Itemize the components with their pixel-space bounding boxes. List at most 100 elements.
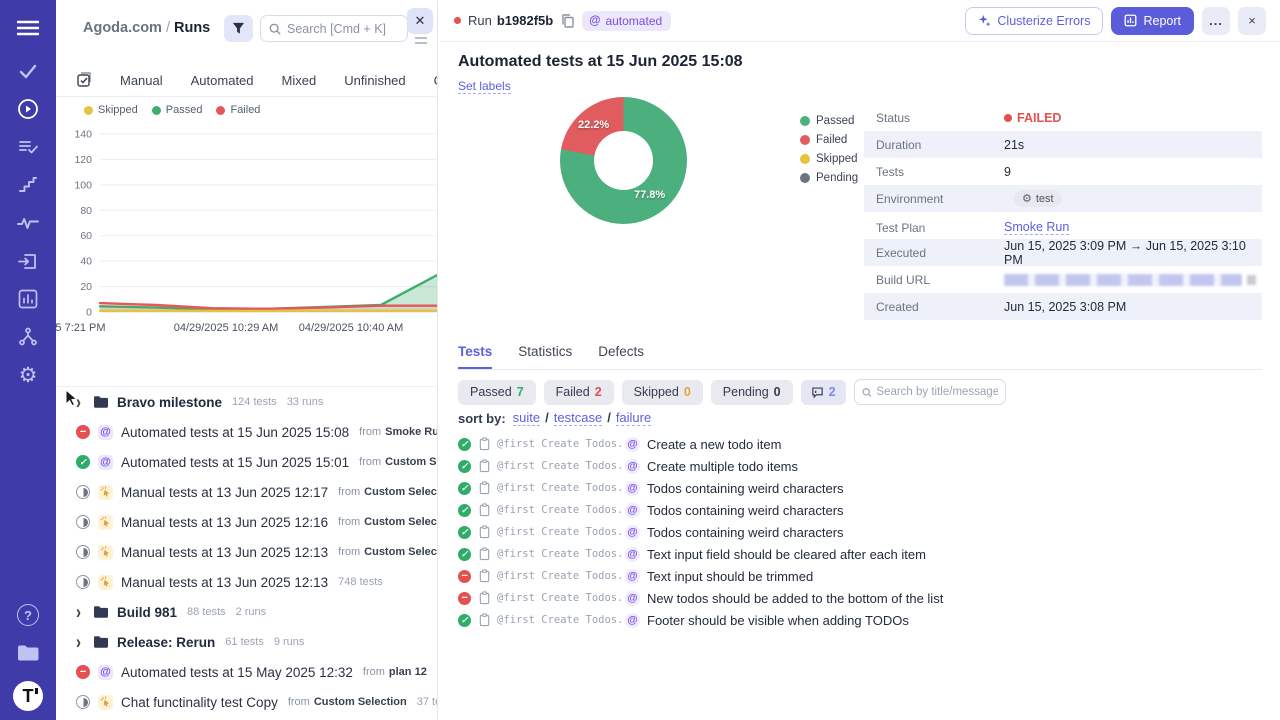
run-list-item[interactable]: @ Automated tests at 15 Jun 2025 15:01 f… [56,447,437,477]
sort-link[interactable]: testcase [553,410,603,426]
test-suite[interactable]: @first Create Todos... [497,460,621,472]
run-list-item[interactable]: @ Automated tests at 15 Jun 2025 15:08 f… [56,417,437,447]
status-filter-button[interactable]: Passed 7 [458,379,536,405]
environment-pill[interactable]: ⚙ test [1014,190,1062,207]
test-suite[interactable]: @first Create Todos... [497,438,621,450]
donut-legend-item[interactable]: Pending [800,168,858,187]
filter-button[interactable] [224,15,253,42]
run-list-item[interactable]: Chat functinality test Copy from Custom S… [56,687,437,717]
test-title[interactable]: Create a new todo item [647,437,781,452]
runs-tab[interactable]: Automated [177,73,268,88]
menu-icon[interactable] [0,4,56,52]
tests-check-icon[interactable] [0,52,56,90]
test-suite[interactable]: @first Create Todos... [497,548,621,560]
run-list-item[interactable]: Manual tests at 13 Jun 2025 12:13 748 te… [56,567,437,597]
test-row[interactable]: @first Create Todos... @ Todos containin… [458,499,1262,521]
test-row[interactable]: @first Create Todos... @ New todos shoul… [458,587,1262,609]
resize-handle-icon[interactable] [415,37,427,44]
runs-panel-header: Agoda.com/Runs ✕ [56,0,437,58]
runs-search-input[interactable] [287,21,399,36]
test-title[interactable]: Todos containing weird characters [647,503,844,518]
test-title[interactable]: Todos containing weird characters [647,525,844,540]
close-run-button[interactable]: × [1238,6,1266,35]
test-title[interactable]: New todos should be added to the bottom … [647,591,943,606]
settings-gear-icon[interactable]: ⚙ [0,356,56,394]
run-status-icon [76,425,90,439]
report-button[interactable]: Report [1111,6,1194,35]
automated-badge[interactable]: @ automated [582,10,672,31]
runs-tab[interactable]: Groups [420,73,437,88]
test-title[interactable]: Text input should be trimmed [647,569,813,584]
detail-row: Status FAILED [864,104,1262,131]
clusterize-errors-button[interactable]: Clusterize Errors [965,6,1104,35]
status-filter-button[interactable]: Skipped 0 [621,379,703,405]
test-row[interactable]: @first Create Todos... @ Text input shou… [458,565,1262,587]
copy-run-id-button[interactable] [561,13,574,28]
run-list-item[interactable]: › Bravo milestone 124 tests 33 runs [56,387,437,417]
run-list-item[interactable]: Manual tests at 13 Jun 2025 12:13 from Cu… [56,537,437,567]
projects-folder-icon[interactable] [0,634,56,672]
test-row[interactable]: @first Create Todos... @ Create a new to… [458,433,1262,455]
run-list-item[interactable]: Manual tests at 13 Jun 2025 12:17 from Cu… [56,477,437,507]
run-list-item[interactable]: › Release: Rerun 61 tests 9 runs [56,627,437,657]
detail-label: Environment [876,191,944,206]
history-plot[interactable]: 140 120 100 80 60 40 20 0 [56,122,437,322]
detail-tab[interactable]: Statistics [518,344,572,369]
test-title[interactable]: Text input field should be cleared after… [647,547,926,562]
sort-link[interactable]: failure [615,410,652,426]
analytics-pulse-icon[interactable] [0,204,56,242]
sort-link[interactable]: suite [512,410,541,426]
runs-tab[interactable]: Manual [106,73,177,88]
test-suite[interactable]: @first Create Todos... [497,482,621,494]
donut-legend-item[interactable]: Passed [800,111,858,130]
test-row[interactable]: @first Create Todos... @ Todos containin… [458,477,1262,499]
detail-tab[interactable]: Defects [598,344,644,369]
test-suite[interactable]: @first Create Todos... [497,592,621,604]
test-plans-icon[interactable] [0,128,56,166]
legend-item[interactable]: Failed [216,104,260,116]
detail-tab[interactable]: Tests [458,344,493,369]
chevron-right-icon[interactable]: › [76,601,84,623]
test-row[interactable]: @first Create Todos... @ Text input fiel… [458,543,1262,565]
sidebar: ⚙ ? T [0,0,56,720]
test-suite[interactable]: @first Create Todos... [497,570,621,582]
run-list-item[interactable]: › Build 981 88 tests 2 runs [56,597,437,627]
test-suite[interactable]: @first Create Todos... [497,504,621,516]
run-list-item[interactable]: @ Automated tests at 15 May 2025 12:32 f… [56,657,437,687]
test-title[interactable]: Todos containing weird characters [647,481,844,496]
reports-chart-icon[interactable] [0,280,56,318]
test-title[interactable]: Footer should be visible when adding TOD… [647,613,909,628]
runs-play-icon[interactable] [0,90,56,128]
legend-dot [800,134,810,145]
test-title[interactable]: Create multiple todo items [647,459,798,474]
status-filter-button[interactable]: Pending 0 [710,379,793,405]
help-icon[interactable]: ? [0,596,56,634]
donut-legend-item[interactable]: Failed [800,130,858,149]
donut-legend-item[interactable]: Skipped [800,149,858,168]
set-labels-link[interactable]: Set labels [458,79,511,94]
tests-search-input[interactable] [876,386,998,398]
panel-close-button[interactable]: ✕ [407,8,433,34]
legend-item[interactable]: Skipped [84,104,138,116]
test-suite[interactable]: @first Create Todos... [497,614,621,626]
select-runs-icon[interactable] [76,72,92,88]
runs-tab[interactable]: Unfinished [330,73,419,88]
breadcrumb-project[interactable]: Agoda.com [83,20,162,36]
comments-filter-button[interactable]: 2 [800,379,846,405]
milestones-steps-icon[interactable] [0,166,56,204]
test-row[interactable]: @first Create Todos... @ Todos containin… [458,521,1262,543]
integrations-branch-icon[interactable] [0,318,56,356]
run-list-item[interactable]: Manual tests at 13 Jun 2025 12:16 from Cu… [56,507,437,537]
chevron-right-icon[interactable]: › [76,631,84,653]
legend-item[interactable]: Passed [151,104,202,116]
status-filter-button[interactable]: Failed 2 [543,379,614,405]
runs-tab[interactable]: Mixed [268,73,331,88]
results-donut-chart[interactable]: 22.2% 77.8% [560,97,687,224]
test-suite[interactable]: @first Create Todos... [497,526,621,538]
test-plan-link[interactable]: Smoke Run [1004,220,1070,235]
more-actions-button[interactable]: ... [1202,6,1230,35]
test-row[interactable]: @first Create Todos... @ Footer should b… [458,609,1262,631]
test-row[interactable]: @first Create Todos... @ Create multiple… [458,455,1262,477]
app-logo[interactable]: T [0,672,56,720]
import-inbox-icon[interactable] [0,242,56,280]
